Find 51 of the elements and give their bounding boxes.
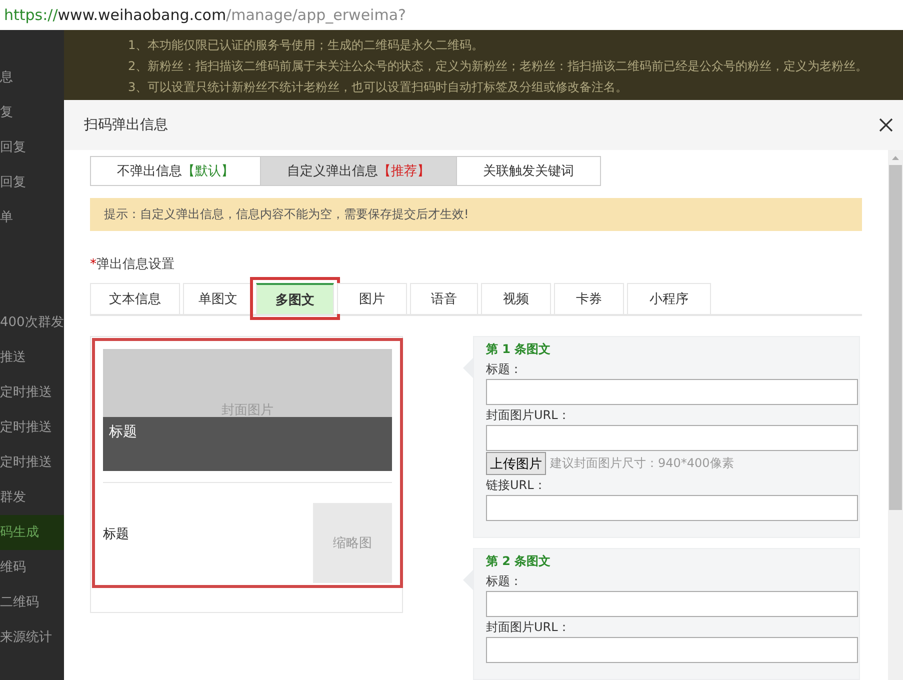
input-field[interactable] [486,495,858,521]
sidebar-item[interactable]: 群发 [0,480,64,515]
sidebar-item[interactable]: 单 [0,200,64,235]
sidebar-item[interactable]: 定时推送 [0,445,64,480]
field-label: 标题： [486,573,523,589]
sidebar-item[interactable]: 定时推送 [0,410,64,445]
sidebar-item[interactable]: 回复 [0,130,64,165]
type-tab[interactable]: 语音 [410,283,478,314]
mode-tab[interactable]: 关联触发关键词 [456,156,601,186]
sidebar-item[interactable]: 复 [0,95,64,130]
type-tab[interactable]: 视频 [481,283,551,314]
sidebar-item[interactable]: 400次群发 [0,305,64,340]
note-text: 1、本功能仅限已认证的服务号使用；生成的二维码是永久二维码。 [128,38,485,52]
field-label: 链接URL： [486,477,547,493]
hint-text: 建议封面图片尺寸：940*400像素 [550,455,734,472]
dialog-title: 扫码弹出信息 [84,116,168,134]
sidebar-item[interactable]: 推送 [0,340,64,375]
thumbnail-text: 缩略图 [333,535,372,552]
field-label: 标题： [486,361,523,377]
sidebar-item[interactable]: 回复 [0,165,64,200]
input-field[interactable] [486,425,858,451]
note-text: 2、新粉丝：指扫描该二维码前属于未关注公众号的状态，定义为新粉丝；老粉丝：指扫描该二维码前已经是公众号的粉丝，定义为老粉丝。 [128,59,869,73]
item-heading: 第 1 条图文 [486,341,552,358]
cover-title: 标题 [109,424,137,440]
field-label: 封面图片URL： [486,619,571,635]
type-tab[interactable]: 单图文 [183,283,253,314]
mode-tab[interactable]: 不弹出信息【默认】 [90,156,261,186]
input-field[interactable] [486,379,858,405]
sidebar-item[interactable]: 息 [0,60,64,95]
note-text: 3、可以设置只统计新粉丝不统计老粉丝，也可以设置扫码时自动打标签及分组或修改备注名。 [128,80,629,94]
sidebar-item[interactable]: 二维码 [0,585,64,620]
sidebar-item[interactable]: 维码 [0,550,64,585]
scrollbar[interactable] [888,150,903,680]
item-title: 标题 [103,526,129,544]
item-heading: 第 2 条图文 [486,553,552,570]
mode-tab[interactable]: 自定义弹出信息【推荐】 [260,156,457,186]
sidebar-item[interactable]: 码生成 [0,515,64,550]
section-label: *弹出信息设置 [90,256,176,273]
type-tab[interactable]: 图片 [337,283,407,314]
input-field[interactable] [486,591,858,617]
input-field[interactable] [486,637,858,663]
close-icon[interactable] [879,118,893,132]
type-tab[interactable]: 文本信息 [90,283,180,314]
notice-text: 提示：自定义弹出信息，信息内容不能为空，需要保存提交后才生效! [90,198,862,231]
field-label: 封面图片URL： [486,407,571,423]
type-tab[interactable]: 卡券 [554,283,624,314]
sidebar-item[interactable]: 来源统计 [0,620,64,655]
type-tab[interactable]: 小程序 [627,283,711,314]
upload-button[interactable]: 上传图片 [486,452,546,475]
scroll-up-icon[interactable] [891,154,900,162]
sidebar-item[interactable]: 定时推送 [0,375,64,410]
